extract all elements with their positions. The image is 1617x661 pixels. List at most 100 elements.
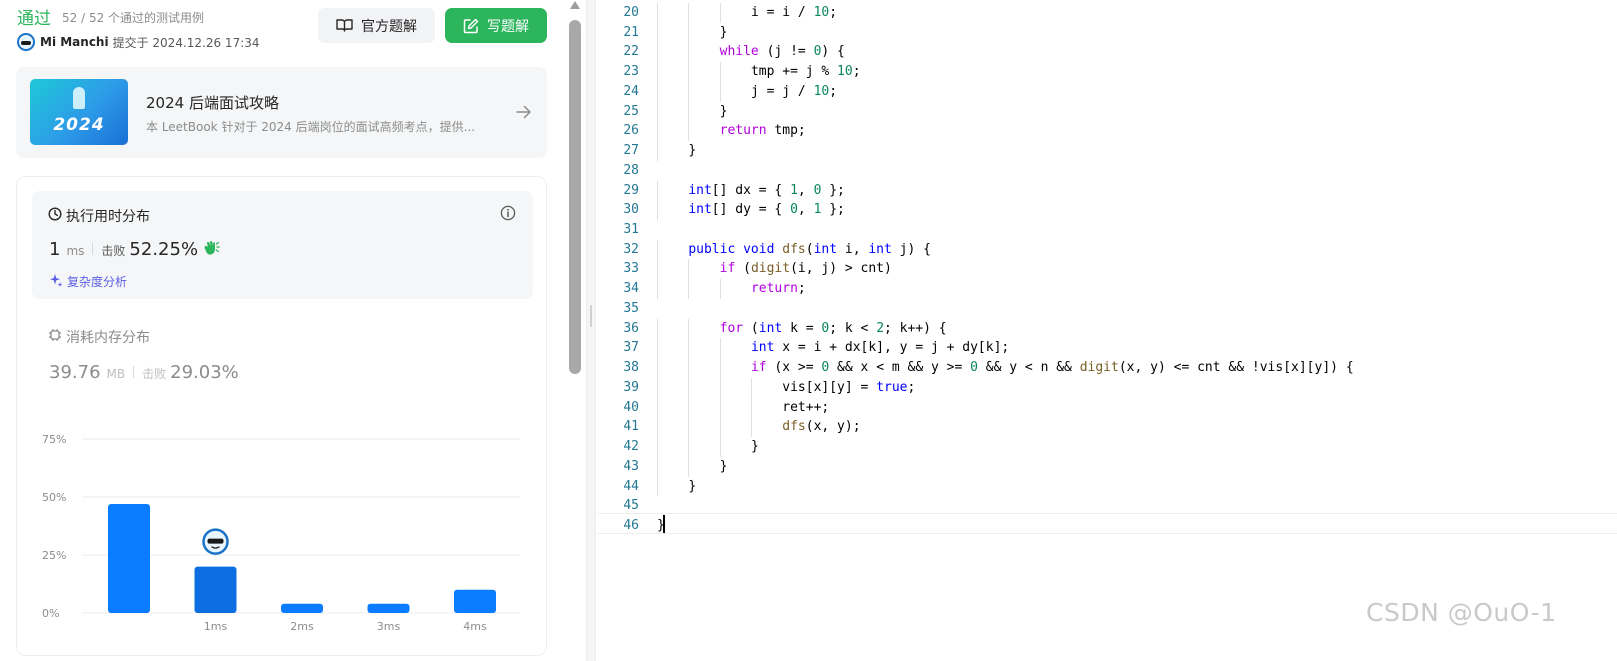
code-text: return; <box>750 281 806 297</box>
code-text: } <box>750 439 759 455</box>
indent-guide <box>688 121 690 142</box>
indent-guide <box>657 121 658 142</box>
line-number: 21 <box>623 24 639 40</box>
code-line: 24 j = j / 10; <box>597 82 1617 102</box>
code-line: 42} <box>597 437 1617 457</box>
code-line: 35 <box>597 299 1617 319</box>
indent-guide <box>719 437 721 457</box>
code-text: } <box>688 143 697 159</box>
line-number: 38 <box>623 360 639 376</box>
rocket-icon <box>73 87 85 109</box>
y-tick-label: 50% <box>42 491 66 504</box>
code-text: return tmp; <box>719 123 806 139</box>
passed-cases-count: 52 / 52 个通过的测试用例 <box>62 11 205 25</box>
code-line: 38 if (x >= 0 && x < m && y >= 0 && y < n… <box>597 358 1617 378</box>
text-caret <box>663 515 665 533</box>
code-line: 22 while (j != 0) { <box>597 42 1617 62</box>
user-name[interactable]: Mi Manchi <box>40 35 109 49</box>
indent-guide <box>657 200 658 221</box>
chart-bar[interactable] <box>194 566 237 613</box>
submitted-time: 提交于 2024.12.26 17:34 <box>112 35 260 50</box>
code-text: public void dfs(int i, int j) { <box>688 241 931 257</box>
user-avatar-marker <box>202 528 229 555</box>
indent-guide <box>688 279 690 299</box>
code-text: } <box>719 103 728 119</box>
indent-guide <box>688 42 690 63</box>
arrow-right-icon <box>516 104 532 123</box>
submitter-info: Mi Manchi 提交于 2024.12.26 17:34 <box>17 32 260 52</box>
indent-guide <box>688 338 690 359</box>
write-solution-button[interactable]: 写题解 <box>445 8 547 43</box>
official-solution-button[interactable]: 官方题解 <box>318 8 435 43</box>
code-line: 32 public void dfs(int i, int j) { <box>597 240 1617 260</box>
indent-guide <box>688 101 690 122</box>
line-number: 20 <box>623 5 639 20</box>
chart-bar[interactable] <box>281 603 323 613</box>
cover-year: 2024 <box>53 115 105 135</box>
code-text: int[] dx = { 1, 0 }; <box>688 182 845 198</box>
line-number: 34 <box>623 281 639 297</box>
code-line: 23 tmp += j % 10; <box>597 62 1617 82</box>
submission-result-panel: 通过 52 / 52 个通过的测试用例 Mi Manchi 提交于 2024.1… <box>0 0 568 661</box>
chart-bar[interactable] <box>454 589 496 613</box>
line-number: 27 <box>623 143 639 159</box>
line-number: 36 <box>623 320 639 336</box>
code-line: 34 return; <box>597 279 1617 299</box>
indent-guide <box>657 62 658 82</box>
leetbook-card[interactable]: 2024 2024 后端面试攻略 本 LeetBook 针对于 2024 后端岗… <box>16 67 547 158</box>
y-tick-label: 25% <box>42 549 66 562</box>
chart-bar[interactable] <box>367 603 410 613</box>
y-tick-label: 0% <box>42 607 59 620</box>
code-text: tmp += j % 10; <box>750 64 861 80</box>
indent-guide <box>688 81 690 102</box>
scroll-up-arrow-icon[interactable] <box>570 1 580 9</box>
x-tick-label: 1ms <box>204 620 228 633</box>
code-line: 20 i = i / 10; <box>597 3 1617 23</box>
line-number: 25 <box>623 103 639 119</box>
indent-guide <box>657 437 658 457</box>
chart-bar[interactable] <box>108 503 150 613</box>
indent-guide <box>719 3 721 23</box>
code-editor[interactable]: 20 i = i / 10; 21} 22 while (j != 0) {23 tmp … <box>597 0 1617 661</box>
indent-guide <box>657 141 658 161</box>
code-line: 28 <box>597 161 1617 181</box>
panel-resizer[interactable] <box>586 0 596 661</box>
resize-grip-icon[interactable] <box>590 305 592 327</box>
code-text: if (digit(i, j) > cnt) <box>719 261 892 277</box>
code-line: 46} <box>597 516 1617 536</box>
indent-guide <box>750 397 752 418</box>
line-number: 31 <box>623 222 639 238</box>
line-number: 45 <box>623 498 639 514</box>
code-text: } <box>719 24 728 40</box>
x-tick-label: 3ms <box>377 620 401 633</box>
edit-icon <box>463 18 479 34</box>
code-text: int x = i + dx[k], y = j + dy[k]; <box>750 340 1010 356</box>
indent-guide <box>657 42 658 63</box>
y-tick-label: 75% <box>42 433 66 446</box>
code-line: 44} <box>597 477 1617 497</box>
line-number: 33 <box>623 261 639 277</box>
indent-guide <box>657 456 658 477</box>
indent-guide <box>719 377 721 398</box>
indent-guide <box>657 101 658 122</box>
indent-guide <box>688 377 690 398</box>
indent-guide <box>657 377 658 398</box>
avatar[interactable] <box>17 33 35 51</box>
indent-guide <box>719 338 721 359</box>
indent-guide <box>657 259 658 280</box>
line-number: 32 <box>623 241 639 257</box>
code-line: 27} <box>597 141 1617 161</box>
x-tick-label: 4ms <box>463 620 487 633</box>
line-number: 43 <box>623 458 639 474</box>
line-number: 29 <box>623 182 639 198</box>
line-number: 24 <box>623 83 639 99</box>
code-line: 45 <box>597 496 1617 516</box>
indent-guide <box>719 81 721 102</box>
code-line: 29 int[] dx = { 1, 0 }; <box>597 181 1617 201</box>
line-number: 40 <box>623 399 639 415</box>
scrollbar-thumb[interactable] <box>569 20 581 374</box>
line-number: 37 <box>623 340 639 356</box>
status-label: 通过 <box>17 9 51 29</box>
indent-guide <box>688 456 690 477</box>
indent-guide <box>719 62 721 82</box>
